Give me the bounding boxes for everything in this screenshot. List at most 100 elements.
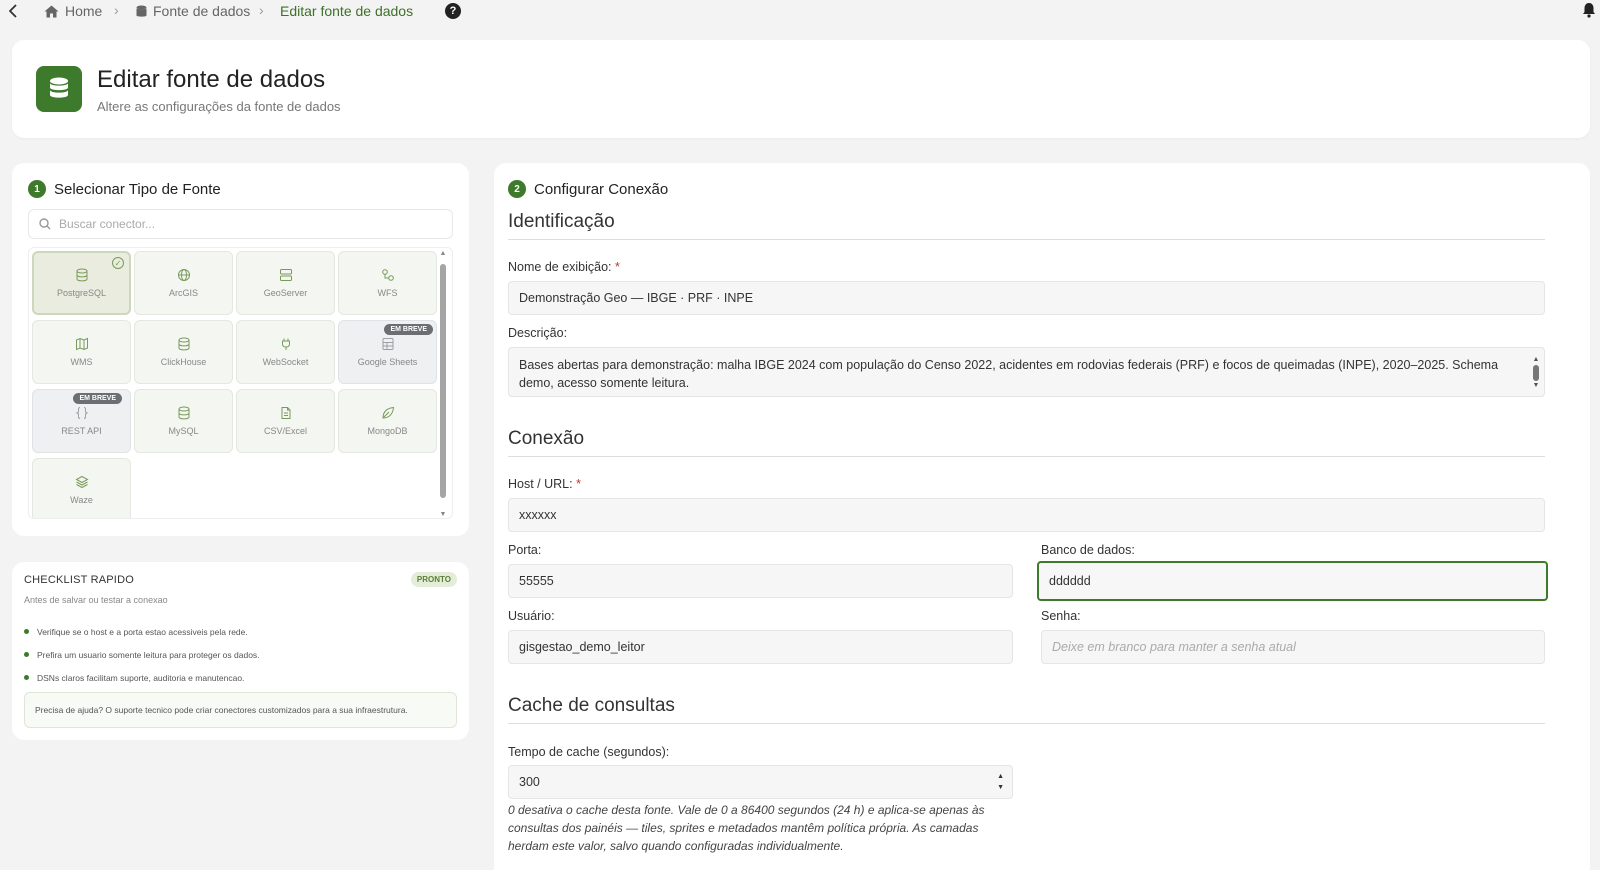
breadcrumb-datasources[interactable]: Fonte de dados xyxy=(136,3,250,19)
increment-icon[interactable]: ▲ xyxy=(997,771,1004,782)
cache-hint: 0 desativa o cache desta fonte. Vale de … xyxy=(508,803,985,853)
checklist-subtitle: Antes de salvar ou testar a conexao xyxy=(24,595,168,605)
section-connection-heading: Conexão xyxy=(508,428,585,449)
cache-time-input[interactable]: 300 ▲ ▼ xyxy=(508,765,1013,799)
connector-arcgis[interactable]: ArcGIS xyxy=(134,251,233,315)
breadcrumb-home[interactable]: Home xyxy=(44,3,102,19)
description-value: Bases abertas para demonstração: malha I… xyxy=(519,358,1499,390)
number-stepper[interactable]: ▲ ▼ xyxy=(997,771,1004,793)
coming-soon-badge: EM BREVE xyxy=(73,393,122,404)
connector-mysql[interactable]: MySQL xyxy=(134,389,233,453)
decrement-icon[interactable]: ▼ xyxy=(997,782,1004,793)
database-value: dddddd xyxy=(1049,574,1091,588)
help-icon[interactable]: ? xyxy=(445,3,461,19)
scroll-up-icon[interactable]: ▲ xyxy=(439,250,447,257)
database-label: Banco de dados: xyxy=(1041,543,1135,557)
step-2-title: 2 Configurar Conexão xyxy=(508,180,668,198)
plug-icon xyxy=(281,338,290,350)
connector-label: Waze xyxy=(70,495,93,505)
connector-wfs[interactable]: WFS xyxy=(338,251,437,315)
grid-scrollbar[interactable]: ▲ ▼ xyxy=(438,250,448,518)
connection-config-panel: 2 Configurar Conexão Identificação Nome … xyxy=(494,163,1590,870)
connector-clickhouse[interactable]: ClickHouse xyxy=(134,320,233,384)
connector-mongodb[interactable]: MongoDB xyxy=(338,389,437,453)
connector-csv-excel[interactable]: CSV/Excel xyxy=(236,389,335,453)
connector-geoserver[interactable]: GeoServer xyxy=(236,251,335,315)
source-type-panel: 1 Selecionar Tipo de Fonte Buscar conect… xyxy=(12,163,469,536)
host-input[interactable]: xxxxxx xyxy=(508,498,1545,532)
connector-postgresql[interactable]: ✓ PostgreSQL xyxy=(32,251,131,315)
cache-time-label: Tempo de cache (segundos): xyxy=(508,745,670,759)
connector-search-input[interactable]: Buscar conector... xyxy=(28,209,453,239)
scrollbar-thumb[interactable] xyxy=(440,264,446,498)
page-title: Editar fonte de dados xyxy=(97,66,326,93)
connector-label: PostgreSQL xyxy=(56,288,107,298)
divider xyxy=(508,456,1545,457)
connector-google-sheets[interactable]: EM BREVE Google Sheets xyxy=(338,320,437,384)
connector-label: Google Sheets xyxy=(357,357,418,367)
checklist-items: Verifique se o host e a porta estao aces… xyxy=(24,620,260,689)
step-2-label: Configurar Conexão xyxy=(534,180,669,198)
step-1-label: Selecionar Tipo de Fonte xyxy=(54,180,221,198)
step-number: 1 xyxy=(28,180,46,198)
username-label: Usuário: xyxy=(508,609,555,623)
chevron-right-icon: › xyxy=(259,2,264,18)
host-label-text: Host / URL: xyxy=(508,477,573,491)
display-name-label: Nome de exibição: * xyxy=(508,260,620,274)
top-bar: Home › Fonte de dados › Editar fonte de … xyxy=(0,0,1600,24)
database-icon xyxy=(136,5,147,17)
textarea-scrollbar[interactable]: ▲ ▼ xyxy=(1531,351,1541,395)
divider xyxy=(508,239,1545,240)
list-item: Verifique se o host e a porta estao aces… xyxy=(24,620,260,643)
connector-label: WMS xyxy=(70,357,93,367)
chevron-right-icon: › xyxy=(114,2,119,18)
connector-rest-api[interactable]: EM BREVE REST API xyxy=(32,389,131,453)
database-icon xyxy=(76,268,87,282)
port-input[interactable]: 55555 xyxy=(508,564,1013,598)
globe-icon xyxy=(177,269,190,281)
connector-websocket[interactable]: WebSocket xyxy=(236,320,335,384)
port-label: Porta: xyxy=(508,543,542,557)
host-value: xxxxxx xyxy=(519,508,557,522)
coming-soon-badge: EM BREVE xyxy=(384,324,433,335)
username-value: gisgestao_demo_leitor xyxy=(519,640,645,654)
username-input[interactable]: gisgestao_demo_leitor xyxy=(508,630,1013,664)
map-icon xyxy=(75,337,88,351)
breadcrumb-datasources-label: Fonte de dados xyxy=(153,3,251,19)
bullet-icon xyxy=(24,652,29,657)
list-item: DSNs claros facilitam suporte, auditoria… xyxy=(24,666,260,689)
connector-label: ClickHouse xyxy=(160,357,207,367)
display-name-input[interactable]: Demonstração Geo — IBGE · PRF · INPE xyxy=(508,281,1545,315)
list-item-text: Verifique se o host e a porta estao aces… xyxy=(37,626,248,637)
description-label: Descrição: xyxy=(508,326,568,340)
bell-icon[interactable] xyxy=(1582,2,1598,20)
support-note: Precisa de ajuda? O suporte tecnico pode… xyxy=(24,692,457,728)
connector-waze[interactable]: Waze xyxy=(32,458,131,518)
nodes-icon xyxy=(381,269,394,281)
status-badge: PRONTO xyxy=(410,572,457,587)
breadcrumb-current-label: Editar fonte de dados xyxy=(280,3,414,19)
list-item-text: Prefira um usuario somente leitura para … xyxy=(37,649,260,660)
connector-label: CSV/Excel xyxy=(263,426,307,436)
bullet-icon xyxy=(24,629,29,634)
scroll-down-icon[interactable]: ▼ xyxy=(1531,377,1541,395)
scroll-down-icon[interactable]: ▼ xyxy=(439,511,447,518)
connector-grid: ✓ PostgreSQL ArcGIS GeoServer WFS WMS Cl… xyxy=(28,247,453,519)
step-1-title: 1 Selecionar Tipo de Fonte xyxy=(28,180,221,198)
password-label: Senha: xyxy=(1041,609,1081,623)
connector-label: WebSocket xyxy=(262,357,309,367)
section-identification-heading: Identificação xyxy=(508,211,615,232)
connector-label: MySQL xyxy=(168,426,199,436)
check-circle-icon: ✓ xyxy=(112,257,124,269)
description-textarea[interactable]: Bases abertas para demonstração: malha I… xyxy=(508,347,1545,397)
port-value: 55555 xyxy=(519,574,554,588)
connector-label: GeoServer xyxy=(263,288,308,298)
cache-time-value: 300 xyxy=(519,775,540,789)
checklist-title: CHECKLIST RAPIDO xyxy=(24,574,134,586)
display-name-label-text: Nome de exibição: xyxy=(508,260,612,274)
back-arrow-icon[interactable] xyxy=(6,2,20,20)
bullet-icon xyxy=(24,675,29,680)
database-input[interactable]: dddddd xyxy=(1037,561,1548,601)
password-input[interactable]: Deixe em branco para manter a senha atua… xyxy=(1041,630,1545,664)
connector-wms[interactable]: WMS xyxy=(32,320,131,384)
